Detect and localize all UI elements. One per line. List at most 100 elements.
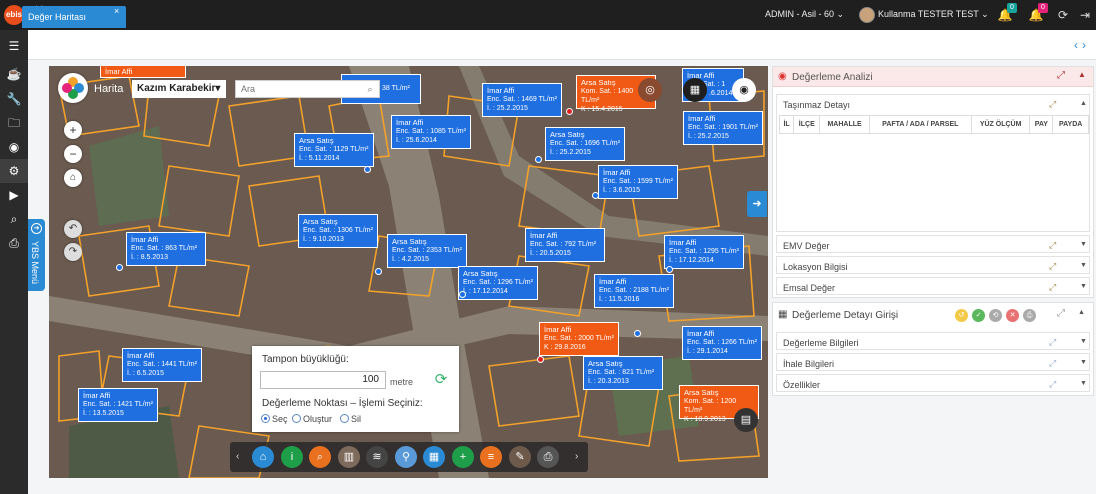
value-label[interactable]: Arsa Satış Enc. Sat. : 821 TL/m² İ. : 20.3… <box>583 356 663 390</box>
value-label[interactable]: İmar Affi Enc. Sat. : 1266 TL/m² İ. : 29.1… <box>682 326 762 360</box>
pin-icon[interactable]: ⚲ <box>395 446 417 468</box>
grid-icon[interactable]: ▦ <box>683 78 707 102</box>
undo-icon[interactable]: ↺ <box>955 309 968 322</box>
info-icon[interactable]: i <box>281 446 303 468</box>
value-label[interactable]: Arsa Satış Enc. Sat. : 2353 TL/m² İ. : 4.2… <box>387 234 467 268</box>
chevron-left-icon[interactable]: ‹ <box>1074 38 1082 52</box>
value-label[interactable]: İmar Affi Enc. Sat. : 1441 TL/m² İ. : 6.5.… <box>122 348 202 382</box>
col-pafta-ada-parsel[interactable]: PAFTA / ADA / PARSEL <box>868 115 972 134</box>
table-icon[interactable]: ▤ <box>734 408 758 432</box>
print-icon[interactable]: ⎙ <box>537 446 559 468</box>
value-label[interactable]: Arsa Satış Enc. Sat. : 1306 TL/m² İ. : 9.1… <box>298 214 378 248</box>
menu-icon[interactable]: ☰ <box>0 34 28 58</box>
collapse-icon[interactable]: ▲ <box>1078 309 1085 316</box>
value-label[interactable]: Arsa Satış Enc. Sat. : 1296 TL/m² İ. : 17.… <box>458 266 538 300</box>
chevron-down-icon[interactable]: ▼ <box>1080 262 1087 269</box>
emsal-section[interactable]: Emsal Değer ⤢ ▼ <box>776 277 1090 295</box>
zoom-out-button[interactable]: − <box>64 145 82 163</box>
value-label[interactable]: İmar Affi Enc. Sat. : 1901 TL/m² İ. : 25.2… <box>683 111 763 145</box>
value-point-marker[interactable] <box>116 264 123 271</box>
value-point-marker[interactable] <box>364 166 371 173</box>
buffer-size-input[interactable]: 100 <box>260 371 386 389</box>
value-point-marker[interactable] <box>592 192 599 199</box>
value-label[interactable]: Arsa Satış Enc. Sat. : 1129 TL/m² İ. : 5.1… <box>294 133 374 167</box>
chevron-down-icon[interactable]: ▼ <box>1080 338 1087 345</box>
chevron-left-icon[interactable]: ‹ <box>236 451 239 462</box>
expand-icon[interactable]: ⤢ <box>1049 337 1056 348</box>
degerleme-bilgileri-section[interactable]: Değerleme Bilgileri ⤢ ▼ <box>776 332 1090 350</box>
value-label[interactable]: İmar Affi Enc. Sat. : 1599 TL/m² İ. : 3.6.… <box>598 165 678 199</box>
map-search-input[interactable] <box>235 80 380 98</box>
chevron-down-icon[interactable]: ▼ <box>1080 359 1087 366</box>
arrow-right-icon[interactable]: ➜ <box>747 191 767 217</box>
expand-icon[interactable]: ⤢ <box>1049 99 1056 110</box>
district-select[interactable]: Kazım Karabekir▾ <box>132 80 226 98</box>
value-label[interactable]: İmar Affi Enc. Sat. : 2188 TL/m² İ. : 11.5… <box>594 274 674 308</box>
print-icon[interactable]: ⎙ <box>0 231 28 255</box>
expand-icon[interactable]: ⤢ <box>1049 261 1056 272</box>
lokasyon-section[interactable]: Lokasyon Bilgisi ⤢ ▼ <box>776 256 1090 274</box>
chevron-right-icon[interactable]: › <box>575 451 578 462</box>
col-ilce[interactable]: İLÇE <box>793 115 821 134</box>
gps-icon[interactable]: ◎ <box>638 78 662 102</box>
value-label[interactable]: İmar Affi Enc. Sat. : 1085 TL/m² İ. : 25.6… <box>391 115 471 149</box>
value-point-marker[interactable] <box>459 291 466 298</box>
value-point-marker[interactable] <box>566 108 573 115</box>
ihale-bilgileri-section[interactable]: İhale Bilgileri ⤢ ▼ <box>776 353 1090 371</box>
col-payda[interactable]: PAYDA <box>1052 115 1089 134</box>
value-point-marker[interactable] <box>375 268 382 275</box>
expand-icon[interactable]: ⤢ <box>1049 282 1056 293</box>
logout-icon[interactable]: ⇥ <box>1077 7 1093 23</box>
chevron-down-icon[interactable]: ▼ <box>1080 283 1087 290</box>
col-pay[interactable]: PAY <box>1029 115 1054 134</box>
wrench-icon[interactable]: 🔧 <box>0 87 28 111</box>
ozellikler-section[interactable]: Özellikler ⤢ ▼ <box>776 374 1090 392</box>
refresh-icon[interactable]: ⟳ <box>1055 7 1071 23</box>
refresh-icon[interactable]: ⟳ <box>433 372 449 388</box>
value-point-marker[interactable] <box>535 156 542 163</box>
undo-icon[interactable]: ↶ <box>64 220 82 238</box>
save-icon[interactable]: ✓ <box>972 309 985 322</box>
value-point-marker[interactable] <box>634 330 641 337</box>
radio-olustur[interactable]: Oluştur <box>292 414 332 424</box>
user-name-dropdown[interactable]: Kullanma TESTER TEST ⌄ <box>878 9 989 20</box>
redo-icon[interactable]: ↷ <box>64 243 82 261</box>
value-label[interactable]: İmar Affi Enc. Sat. : 792 TL/m² İ. : 20.5.… <box>525 228 605 262</box>
value-label[interactable]: İmar Affi Enc. Sat. : 1421 TL/m² İ. : 13.5… <box>78 388 158 422</box>
value-label[interactable]: Arsa Satış Enc. Sat. : 1696 TL/m² İ. : 25.… <box>545 127 625 161</box>
value-label[interactable]: İmar Affi <box>100 66 186 78</box>
radio-sec[interactable]: Seç <box>261 414 288 424</box>
tag-icon[interactable]: ⌂ <box>252 446 274 468</box>
chevron-down-icon[interactable]: ▼ <box>1080 241 1087 248</box>
expand-icon[interactable]: ⤢ <box>1057 308 1065 319</box>
user-role-dropdown[interactable]: ADMIN - Asil - 60 ⌄ <box>765 9 844 20</box>
buildings-icon[interactable]: ▥ <box>338 446 360 468</box>
expand-icon[interactable]: ⤢ <box>1049 379 1056 390</box>
play-icon[interactable]: ▶ <box>0 183 28 207</box>
chevron-down-icon[interactable]: ▼ <box>1080 380 1087 387</box>
reset-icon[interactable]: ⟲ <box>989 309 1002 322</box>
print-icon[interactable]: ⎙ <box>1023 309 1036 322</box>
col-il[interactable]: İL <box>778 115 795 134</box>
folder-icon[interactable]: 🗀 <box>0 111 28 135</box>
value-label[interactable]: İmar Affi Enc. Sat. : 2000 TL/m² K : 29.8.… <box>539 322 619 356</box>
gear-icon[interactable]: ⚙ <box>0 159 28 183</box>
collapse-icon[interactable]: ▲ <box>1080 100 1087 107</box>
pencil-icon[interactable]: ✎ <box>509 446 531 468</box>
avatar[interactable] <box>859 7 875 23</box>
calculator-icon[interactable]: ▦ <box>423 446 445 468</box>
coffee-icon[interactable]: ☕ <box>0 62 28 86</box>
expand-icon[interactable]: ⤢ <box>1049 240 1056 251</box>
eye-icon[interactable]: ◉ <box>732 78 756 102</box>
ybs-menu-tab[interactable]: ➜ YBS Menü <box>28 219 45 291</box>
home-icon[interactable]: ⌂ <box>64 169 82 187</box>
value-label[interactable]: İmar Affi Enc. Sat. : 863 TL/m² İ. : 8.5.2… <box>126 232 206 266</box>
close-icon[interactable]: × <box>114 6 124 16</box>
radio-sil[interactable]: Sil <box>340 414 361 424</box>
col-yuz-olcum[interactable]: YÜZ ÖLÇÜM <box>970 115 1031 134</box>
collapse-icon[interactable]: ▲ <box>1078 70 1086 79</box>
tab-deger-haritasi[interactable]: Değer Haritası <box>22 6 126 28</box>
search-icon[interactable]: ⌕ <box>364 83 376 95</box>
search-person-icon[interactable]: ⌕ <box>309 446 331 468</box>
layers-icon[interactable]: ≋ <box>366 446 388 468</box>
